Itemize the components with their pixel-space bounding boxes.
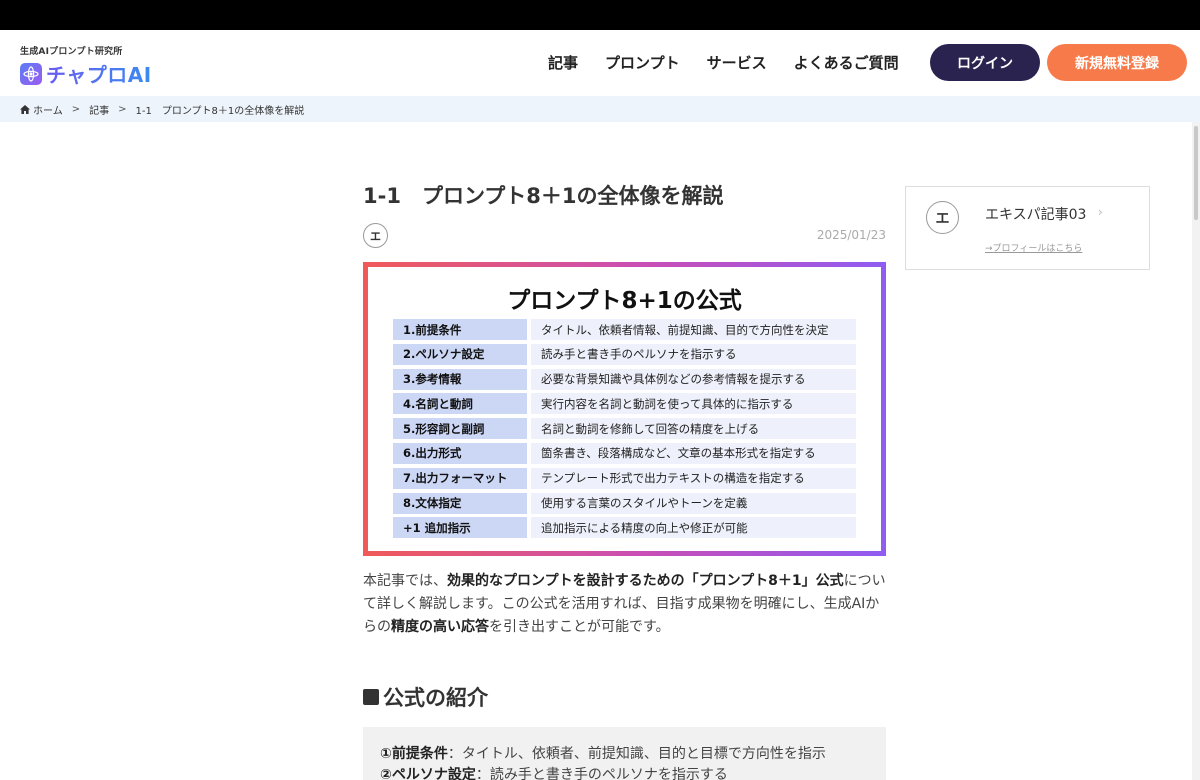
author-profile-card: エ エキスパ記事03 › →プロフィールはこちら [905,186,1150,270]
heading-square-icon [363,689,379,705]
formula-line: ②ペルソナ設定：読み手と書き手のペルソナを指示する [380,767,728,780]
browser-top-bar [0,0,1200,30]
formula-box: ①前提条件：タイトル、依頼者、前提知識、目的と目標で方向性を指示 ②ペルソナ設定… [363,727,886,780]
formula-line: ①前提条件：タイトル、依頼者、前提知識、目的と目標で方向性を指示 [380,746,826,762]
intro-paragraph: 本記事では、効果的なプロンプトを設計するための「プロンプト8＋1」公式について詳… [363,573,886,635]
hero-row-value: 実行内容を名詞と動詞を使って具体的に指示する [531,393,856,415]
profile-initial: エ [935,210,950,227]
site-logo[interactable]: 生成AIプロンプト研究所 チャプロAI [20,44,152,88]
hero-row-value: 追加指示による精度の向上や修正が可能 [531,517,856,539]
main-nav: 記事 プロンプト サービス よくあるご質問 [548,52,926,73]
hero-row-key: 7.出力フォーマット [393,467,527,489]
breadcrumb-home[interactable]: ホーム [20,102,63,117]
author-avatar[interactable]: エ [363,223,388,248]
hero-title: プロンプト8+1の公式 [507,288,742,314]
breadcrumb: ホーム > 記事 > 1-1 プロンプト8＋1の全体像を解説 [0,96,1200,122]
hero-row-key: 4.名詞と動詞 [393,393,527,415]
logo-tagline: 生成AIプロンプト研究所 [20,47,123,57]
hero-row-key: 3.参考情報 [393,368,527,390]
nav-articles[interactable]: 記事 [548,52,578,73]
profile-link[interactable]: →プロフィールはこちら [985,241,1082,254]
intro-emphasis: 精度の高い応答 [391,619,489,635]
hero-row: 4.名詞と動詞 実行内容を名詞と動詞を使って具体的に指示する [393,393,856,415]
hero-row: 1.前提条件 タイトル、依頼者情報、前提知識、目的で方向性を決定 [393,319,856,340]
article-title: 1-1 プロンプト8＋1の全体像を解説 [363,184,724,208]
hero-row-value: 使用する言葉のスタイルやトーンを定義 [531,492,856,514]
chevron-right-icon: › [1098,205,1103,219]
section-heading: 公式の紹介 [363,682,488,712]
breadcrumb-separator: > [118,103,127,115]
register-button[interactable]: 新規無料登録 [1047,44,1187,81]
hero-row: +1 追加指示 追加指示による精度の向上や修正が可能 [393,517,856,539]
hero-row-key: +1 追加指示 [393,517,527,539]
site-header: 生成AIプロンプト研究所 チャプロAI 記事 プロンプト サービス よくあるご質… [0,30,1200,96]
hero-row-key: 2.ペルソナ設定 [393,343,527,365]
hero-row: 3.参考情報 必要な背景知識や具体例などの参考情報を提示する [393,368,856,390]
breadcrumb-category[interactable]: 記事 [89,102,109,117]
hero-formula-table: 1.前提条件 タイトル、依頼者情報、前提知識、目的で方向性を決定 2.ペルソナ設定… [393,319,856,542]
scrollbar-thumb[interactable] [1194,126,1198,220]
nav-prompts[interactable]: プロンプト [605,52,680,73]
hero-image: プロンプト8+1の公式 1.前提条件 タイトル、依頼者情報、前提知識、目的で方向性… [363,262,886,556]
hero-row-key: 1.前提条件 [393,319,527,340]
breadcrumb-separator: > [71,103,81,115]
hero-row-value: 箇条書き、段落構成など、文章の基本形式を指定する [531,442,856,464]
hero-row: 6.出力形式 箇条書き、段落構成など、文章の基本形式を指定する [393,442,856,464]
hero-row-value: 読み手と書き手のペルソナを指示する [531,343,856,365]
hero-row: 7.出力フォーマット テンプレート形式で出力テキストの構造を指定する [393,467,856,489]
home-icon [20,104,30,114]
nav-faq[interactable]: よくあるご質問 [794,52,899,73]
login-button[interactable]: ログイン [930,44,1040,81]
hero-row: 2.ペルソナ設定 読み手と書き手のペルソナを指示する [393,343,856,365]
hero-row: 8.文体指定 使用する言葉のスタイルやトーンを定義 [393,492,856,514]
hero-row-value: テンプレート形式で出力テキストの構造を指定する [531,467,856,489]
profile-avatar[interactable]: エ [926,201,959,234]
logo-text: チャプロAI [46,59,152,88]
hero-row-key: 5.形容詞と副詞 [393,418,527,440]
scrollbar-track[interactable] [1192,122,1200,780]
intro-emphasis: 効果的なプロンプトを設計するための「プロンプト8＋1」公式 [447,573,844,589]
hero-row-key: 8.文体指定 [393,492,527,514]
author-initial: エ [370,229,381,243]
logo-atom-icon [20,62,42,85]
hero-row: 5.形容詞と副詞 名詞と動詞を修飾して回答の精度を上げる [393,418,856,440]
nav-services[interactable]: サービス [707,52,767,73]
hero-row-value: タイトル、依頼者情報、前提知識、目的で方向性を決定 [531,319,856,340]
hero-row-key: 6.出力形式 [393,442,527,464]
breadcrumb-current: 1-1 プロンプト8＋1の全体像を解説 [135,105,305,117]
hero-row-value: 名詞と動詞を修飾して回答の精度を上げる [531,418,856,440]
post-date: 2025/01/23 [816,228,886,242]
hero-row-value: 必要な背景知識や具体例などの参考情報を提示する [531,368,856,390]
profile-name[interactable]: エキスパ記事03 [985,204,1086,224]
